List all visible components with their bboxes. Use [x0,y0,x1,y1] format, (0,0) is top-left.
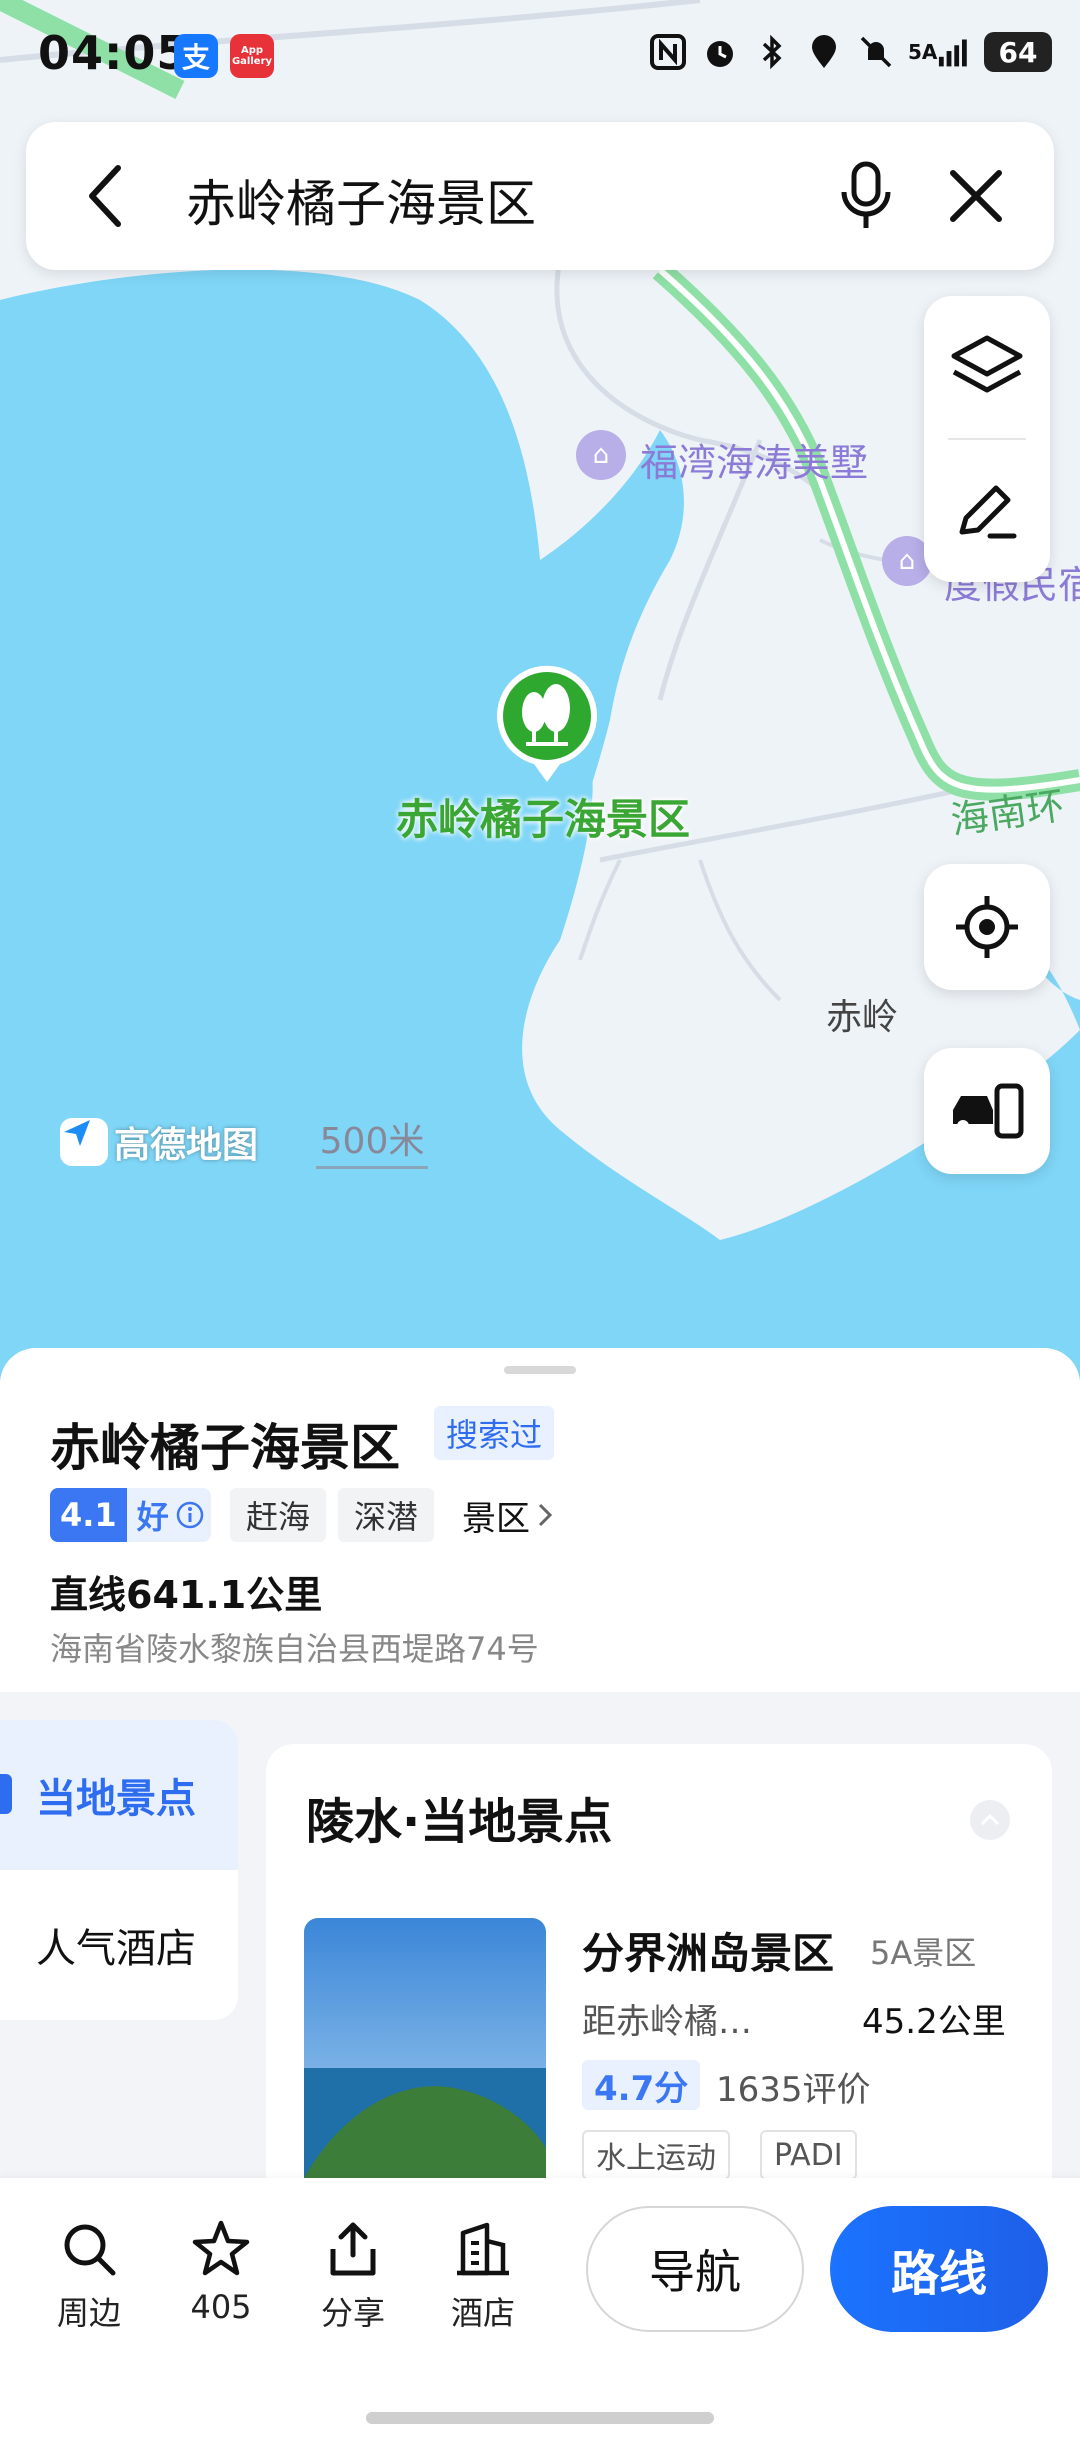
rating-word: 好 [136,1498,169,1536]
status-bar: 04:05 支 App Gallery 5A 64 [0,0,1080,110]
spot-reviews: 1635评价 [716,2070,871,2110]
place-address: 海南省陵水黎族自治县西堤路74号 [50,1630,539,1668]
close-icon[interactable] [936,156,1016,236]
back-arrow-icon[interactable] [66,156,146,236]
town-map-label: 赤岭 [826,997,899,1038]
spot-distance: 45.2公里 [862,2002,1006,2042]
car-phone-icon[interactable] [924,1048,1050,1174]
star-icon [188,2216,254,2282]
map-provider-logo: 高德地图 [60,1116,258,1168]
place-title: 赤岭橘子海景区 [50,1419,400,1477]
rating-score: 4.1 [50,1488,127,1542]
route-button[interactable]: 路线 [830,2206,1048,2332]
searched-badge: 搜索过 [434,1406,555,1460]
alipay-icon: 支 [174,34,218,78]
bluetooth-icon [752,32,792,72]
location-hd-icon [804,32,844,72]
tag-chip: 深潜 [338,1488,435,1542]
straight-distance: 直线641.1公里 [50,1573,323,1617]
action-bar: 周边 405 分享 酒店 导航 路线 [0,2178,1080,2444]
side-tab-local-spots[interactable]: 当地景点 [0,1720,238,1870]
nfc-icon [648,32,688,72]
navigate-button[interactable]: 导航 [586,2206,804,2332]
hotel-icon [450,2216,516,2282]
microphone-icon[interactable] [826,156,906,236]
locate-icon[interactable] [924,864,1050,990]
nearby-button[interactable]: 周边 [34,2216,144,2334]
battery-icon: 64 [984,32,1052,72]
mute-icon [856,32,896,72]
spot-name[interactable]: 分界洲岛景区 [582,1920,834,1981]
category-link[interactable]: 景区 [462,1488,554,1542]
alarm-icon [700,32,740,72]
signal-icon: 5A [908,32,972,72]
poi-map-label[interactable]: 赤岭橘子海景区 [396,786,690,847]
search-icon [56,2216,122,2282]
card-title: 陵水·当地景点 [306,1794,613,1850]
info-icon [176,1501,203,1529]
spot-from: 距赤岭橘… [582,2002,752,2042]
map-scale: 500米 [316,1112,428,1169]
app-gallery-icon: App Gallery [230,34,274,78]
spot-level: 5A景区 [870,1934,977,1972]
side-tab-hotels[interactable]: 人气酒店 [0,1870,238,2020]
spot-tag-chip: 水上运动 [582,2130,730,2180]
spot-rating: 4.7分 [582,2060,701,2110]
place-header: 赤岭橘子海景区 搜索过 4.1 好 赶海 深潜 景区 直线641.1公里 海南省… [0,1348,1080,1692]
side-nav: 当地景点 人气酒店 [0,1720,238,2020]
chevron-right-icon [538,1503,553,1527]
hotel-pin-icon[interactable]: ⌂ [576,430,626,480]
amap-logo-icon [60,1118,108,1166]
spot-photo[interactable] [304,1918,546,2218]
rating-badge[interactable]: 4.1 好 [50,1488,211,1542]
chevron-up-icon[interactable] [970,1800,1010,1840]
hotel-button[interactable]: 酒店 [428,2216,538,2334]
share-icon [320,2216,386,2282]
status-time: 04:05 [38,26,190,80]
layers-icon[interactable] [924,296,1050,438]
favorite-button[interactable]: 405 [166,2216,276,2326]
spot-tag-chip: PADI [760,2130,857,2180]
tag-chip: 赶海 [230,1488,327,1542]
sheet-drag-handle[interactable] [504,1366,576,1374]
map-tools-group [924,296,1050,582]
edit-note-icon[interactable] [924,440,1050,582]
home-indicator[interactable] [366,2412,714,2424]
hotel-map-label[interactable]: 福湾海涛美墅 [640,432,868,487]
search-bar[interactable]: 赤岭橘子海景区 [26,122,1054,270]
share-button[interactable]: 分享 [298,2216,408,2334]
search-query[interactable]: 赤岭橘子海景区 [186,164,536,236]
